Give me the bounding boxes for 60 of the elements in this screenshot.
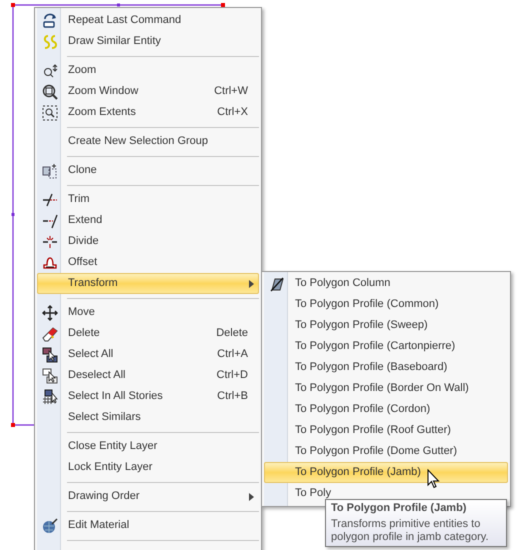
- tooltip-text: Transforms primitive entities to polygon profile in jamb category.: [331, 518, 490, 544]
- menu-item[interactable]: Offset: [37, 252, 259, 273]
- submenu-arrow-icon: [249, 492, 254, 500]
- globe-icon: [42, 518, 58, 534]
- select-stories-icon: [42, 388, 58, 404]
- menu-item[interactable]: To Polygon Profile (Baseboard): [264, 357, 508, 378]
- menu-item[interactable]: To Polygon Profile (Border On Wall): [264, 378, 508, 399]
- menu-item[interactable]: To Polygon Column: [264, 273, 508, 294]
- menu-item[interactable]: To Polygon Profile (Jamb): [264, 462, 508, 483]
- repeat-icon: [42, 12, 58, 28]
- menu-item[interactable]: Move: [37, 302, 259, 323]
- select-all-icon: [42, 346, 58, 362]
- shortcut-text: Delete: [216, 326, 248, 342]
- menu-item[interactable]: To Polygon Profile (Cartonpierre): [264, 336, 508, 357]
- move-icon: [42, 304, 58, 320]
- menu-item[interactable]: To Polygon Profile (Common): [264, 294, 508, 315]
- eraser-icon: [42, 326, 58, 342]
- zoom-window-icon: [42, 84, 58, 100]
- menu-item[interactable]: Trim: [37, 189, 259, 210]
- menu-item[interactable]: To Polygon Profile (Sweep): [264, 315, 508, 336]
- menu-item[interactable]: Lock Entity Layer: [37, 457, 259, 478]
- shortcut-text: Ctrl+X: [217, 105, 248, 120]
- menu-item[interactable]: Zoom Extents Ctrl+X: [37, 102, 259, 123]
- menu-item[interactable]: Edit Material: [37, 515, 259, 536]
- menu-item[interactable]: Zoom Window Ctrl+W: [37, 81, 259, 102]
- column-icon: [269, 276, 285, 292]
- deselect-all-icon: [42, 368, 58, 384]
- menu-item[interactable]: Zoom: [37, 60, 259, 81]
- menu-item[interactable]: Repeat Last Command: [37, 10, 259, 31]
- offset-icon: [42, 254, 58, 270]
- shortcut-text: Ctrl+B: [217, 389, 248, 404]
- menu-item[interactable]: Delete Delete: [37, 323, 259, 344]
- menu-item[interactable]: Select All Ctrl+A: [37, 344, 259, 365]
- menu-item[interactable]: To Polygon Profile (Dome Gutter): [264, 441, 508, 462]
- zoom-icon: [42, 62, 58, 78]
- menu-item[interactable]: To Polygon Profile (Roof Gutter): [264, 420, 508, 441]
- menu-item[interactable]: Divide: [37, 231, 259, 252]
- menu-item[interactable]: Transform: [37, 273, 259, 294]
- menu-item[interactable]: Select In All Stories Ctrl+B: [37, 386, 259, 407]
- menu-item[interactable]: Select Similars: [37, 407, 259, 428]
- menu-item[interactable]: Draw Similar Entity: [37, 31, 259, 52]
- clone-icon: [42, 162, 58, 178]
- zoom-extents-icon: [42, 104, 58, 120]
- tooltip-title: To Polygon Profile (Jamb): [331, 502, 468, 515]
- mouse-cursor-icon: [427, 469, 440, 489]
- shortcut-text: Ctrl+D: [216, 368, 248, 384]
- menu-item[interactable]: Clone: [37, 160, 259, 181]
- extend-icon: [42, 212, 58, 228]
- similar-icon: [42, 34, 58, 50]
- menu-item[interactable]: Extend: [37, 210, 259, 231]
- submenu-arrow-icon: [249, 280, 254, 288]
- menu-item[interactable]: Deselect All Ctrl+D: [37, 365, 259, 386]
- menu-item[interactable]: Drawing Order: [37, 486, 259, 507]
- shortcut-text: Ctrl+A: [217, 347, 248, 362]
- trim-icon: [42, 192, 58, 208]
- divide-icon: [42, 234, 58, 250]
- shortcut-text: Ctrl+W: [214, 84, 248, 100]
- menu-item[interactable]: To Polygon Profile (Cordon): [264, 399, 508, 420]
- menu-item[interactable]: Close Entity Layer: [37, 436, 259, 457]
- menu-item[interactable]: Create New Selection Group: [37, 131, 259, 152]
